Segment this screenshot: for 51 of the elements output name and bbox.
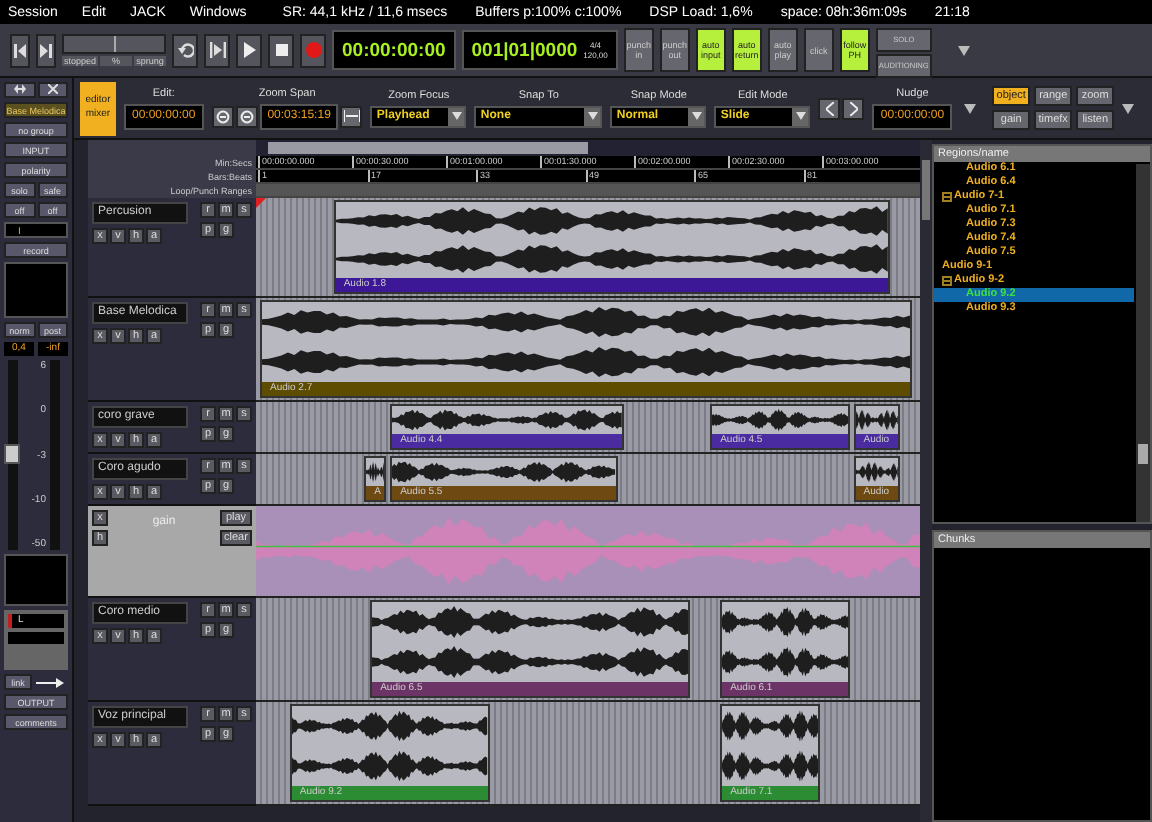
close-icon [47,84,58,94]
port-field[interactable] [8,632,64,644]
scrollbar-thumb[interactable] [922,160,930,220]
stop-button[interactable] [268,33,294,67]
skip-back-icon [14,43,26,57]
record-icon [305,42,321,58]
dropdown-arrow-icon [691,112,702,120]
go-to-start-button[interactable] [10,33,30,67]
play-button[interactable] [236,33,262,67]
arrow-icon [36,677,64,687]
chevron-left-icon [825,101,834,115]
strip-width-button[interactable] [4,82,35,98]
processor-box[interactable] [4,262,68,318]
fader-knob[interactable] [4,444,20,464]
scrollbar-thumb[interactable] [1138,444,1148,464]
scrollbar-thumb[interactable] [268,142,588,154]
go-to-end-button[interactable] [36,33,56,67]
vertical-scrollbar[interactable] [1136,164,1150,522]
expander-icon[interactable] [942,192,952,202]
dropdown-triangle-icon [1122,103,1135,113]
bbt-clock: 001|01|0000 [471,39,578,61]
expander-icon[interactable] [942,276,952,286]
zoom-button[interactable] [235,105,258,127]
play-range-icon [209,42,225,58]
vertical-scrollbar[interactable] [920,140,932,822]
play-range-button[interactable] [204,33,230,67]
nudge-button[interactable] [818,97,841,119]
dropdown-arrow-icon [587,112,598,120]
horizontal-scrollbar[interactable] [256,140,920,156]
fit-width-icon [343,110,360,122]
zoom-button[interactable] [211,105,234,127]
dropdown-arrow-icon [795,112,806,120]
zoom-in-icon [239,109,254,123]
dropdown-triangle-icon [964,103,977,113]
fader-track[interactable] [8,360,18,550]
zoom-out-icon [215,109,230,123]
chevron-right-icon [849,101,858,115]
primary-clock: 00:00:00:00 [332,30,456,70]
nudge-button[interactable] [842,97,865,119]
comment-box [4,554,68,606]
arrows-icon [13,84,26,94]
skip-forward-icon [40,43,52,57]
dropdown-triangle-icon [957,45,970,55]
loop-button[interactable] [172,33,198,67]
dropdown-arrow-icon [451,112,462,120]
stop-icon [273,42,289,58]
zoom-to-session-button[interactable] [340,105,363,127]
shuttle-slider[interactable] [62,34,166,54]
play-icon [241,42,257,58]
strip-close-button[interactable] [37,82,68,98]
loop-icon [177,42,193,58]
